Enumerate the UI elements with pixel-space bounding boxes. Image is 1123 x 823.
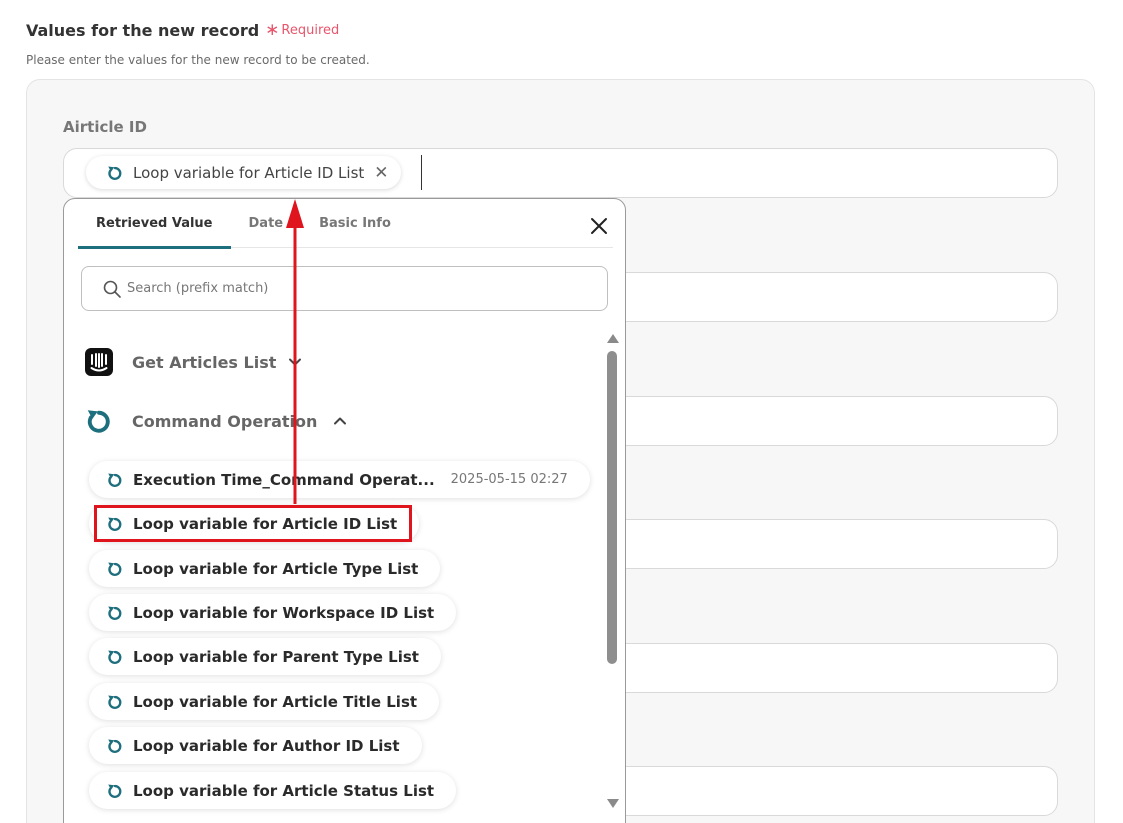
loop-icon xyxy=(108,695,122,709)
list-item-execution-time[interactable]: Execution Time_Command Operat... 2025-05… xyxy=(89,461,590,498)
loop-icon xyxy=(108,784,122,798)
loop-icon xyxy=(108,606,122,620)
list-item-article-type[interactable]: Loop variable for Article Type List xyxy=(89,550,441,587)
search-input[interactable]: Search (prefix match) xyxy=(81,266,608,311)
tab-retrieved-value[interactable]: Retrieved Value xyxy=(78,199,231,249)
item-timestamp: 2025-05-15 02:27 xyxy=(450,472,568,487)
picker-tabs: Retrieved Value Date Basic Info xyxy=(78,199,613,249)
search-icon xyxy=(103,280,121,298)
scrollbar-thumb[interactable] xyxy=(607,351,617,664)
item-label: Loop variable for Workspace ID List xyxy=(133,603,435,622)
section-title-text: Values for the new record xyxy=(26,21,260,40)
chip-remove-icon[interactable]: ✕ xyxy=(374,163,388,183)
required-badge: ∗ Required xyxy=(265,22,339,39)
list-item-parent-type[interactable]: Loop variable for Parent Type List xyxy=(89,638,441,675)
asterisk-icon: ∗ xyxy=(265,20,280,40)
list-item-author-id[interactable]: Loop variable for Author ID List xyxy=(89,727,422,764)
chip-label: Loop variable for Article ID List xyxy=(133,163,365,182)
loop-icon xyxy=(84,406,114,436)
scrollbar[interactable] xyxy=(606,334,619,814)
item-label: Loop variable for Author ID List xyxy=(133,736,400,755)
loop-icon xyxy=(108,562,122,576)
item-label: Loop variable for Article Title List xyxy=(133,692,418,711)
item-label: Loop variable for Parent Type List xyxy=(133,647,419,666)
tab-date[interactable]: Date xyxy=(231,199,302,248)
field-label-article-id: Airticle ID xyxy=(63,118,147,136)
tab-basic-info[interactable]: Basic Info xyxy=(301,199,409,248)
value-chip[interactable]: Loop variable for Article ID List ✕ xyxy=(86,156,401,189)
item-label: Loop variable for Article Type List xyxy=(133,559,419,578)
list-item-workspace-id[interactable]: Loop variable for Workspace ID List xyxy=(89,594,457,631)
loop-icon xyxy=(108,739,122,753)
loop-icon xyxy=(108,473,122,487)
text-cursor xyxy=(421,155,422,190)
section-description: Please enter the values for the new reco… xyxy=(26,53,370,67)
loop-icon xyxy=(108,650,122,664)
section-title: Values for the new record ∗ Required xyxy=(26,21,339,40)
highlight-annotation-box xyxy=(94,505,412,542)
list-item-article-title[interactable]: Loop variable for Article Title List xyxy=(89,683,440,720)
group-get-articles-list[interactable]: Get Articles List xyxy=(84,347,302,377)
required-label: Required xyxy=(281,23,340,38)
item-label: Loop variable for Article Status List xyxy=(133,781,435,800)
list-item-article-status[interactable]: Loop variable for Article Status List xyxy=(89,772,457,809)
intercom-icon xyxy=(84,347,114,377)
variable-picker-dropdown: Retrieved Value Date Basic Info Search (… xyxy=(63,198,626,823)
scroll-up-arrow-icon[interactable] xyxy=(607,334,619,343)
chevron-down-icon xyxy=(289,358,302,366)
loop-icon xyxy=(108,166,122,180)
item-label: Execution Time_Command Operat... xyxy=(133,470,435,489)
scroll-down-arrow-icon[interactable] xyxy=(607,799,619,808)
chevron-up-icon xyxy=(334,417,347,425)
group-label: Command Operation xyxy=(132,411,318,431)
close-icon[interactable] xyxy=(588,215,610,237)
search-placeholder: Search (prefix match) xyxy=(127,281,269,296)
group-command-operation[interactable]: Command Operation xyxy=(84,406,347,436)
group-label: Get Articles List xyxy=(132,352,277,372)
